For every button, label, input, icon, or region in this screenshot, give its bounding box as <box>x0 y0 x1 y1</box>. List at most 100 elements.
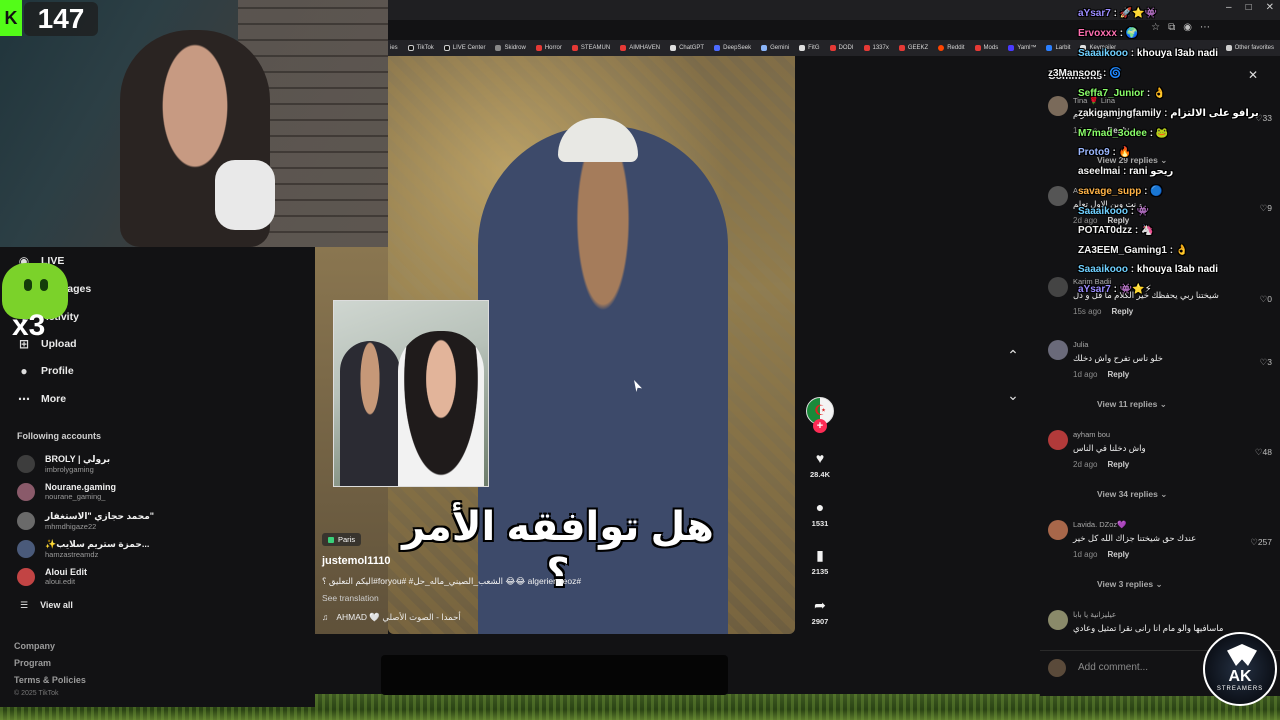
location-chip[interactable]: Paris <box>322 533 362 546</box>
avatar[interactable] <box>1048 520 1068 540</box>
comment-count: 1531 <box>811 519 829 528</box>
star-icon[interactable]: ☆ <box>1151 22 1160 33</box>
bookmark-larbit[interactable]: Larbit <box>1046 45 1070 51</box>
comment-like[interactable]: ♡257 <box>1250 537 1272 548</box>
avatar[interactable] <box>1048 96 1068 116</box>
avatar[interactable] <box>1048 340 1068 360</box>
close-comments-button[interactable]: ✕ <box>1248 68 1258 82</box>
reply-button[interactable]: Reply <box>1107 460 1129 469</box>
reply-button[interactable]: Reply <box>1107 550 1129 559</box>
share-action[interactable]: ➦ 2907 <box>804 597 836 626</box>
kick-logo-icon: K <box>0 0 22 36</box>
view-replies-button[interactable]: View 34 replies ⌄ <box>1097 489 1167 500</box>
add-comment-input[interactable]: Add comment... <box>1078 662 1148 673</box>
bookmark-favicon-icon <box>1008 45 1015 51</box>
comments-panel: Comments ✕ Tina 🌹 Lina برافو على الالتزا… <box>1040 56 1280 696</box>
comment-icon: ● <box>815 499 825 515</box>
close-window-button[interactable]: ✕ <box>1266 2 1274 13</box>
share-icon: ➦ <box>814 597 826 613</box>
bookmark-1337x[interactable]: 1337x <box>863 45 889 51</box>
reply-button[interactable]: Reply <box>1111 307 1133 316</box>
following-account[interactable]: محمد حجازي "الاستغفار" mhmdhigaze22 <box>17 511 154 531</box>
following-account[interactable]: Nourane.gaming nourane_gaming_ <box>17 482 116 501</box>
avatar <box>17 540 35 558</box>
browser-toolbar-icons: ☆ ⧉ ◉ ⋯ <box>1151 22 1210 33</box>
combo-counter: x3 <box>12 309 46 342</box>
following-account[interactable]: ✨حمزة ستريم سلايب... hamzastreamdz <box>17 539 149 559</box>
footer-terms[interactable]: Terms & Policies <box>14 675 86 685</box>
bookmark-horror[interactable]: Horror <box>535 45 562 51</box>
bookmark-dodi[interactable]: DODI <box>829 45 854 51</box>
bookmark-favicon-icon <box>829 45 836 51</box>
menu-icon[interactable]: ⋯ <box>1200 22 1210 33</box>
deepseek-icon <box>714 45 721 51</box>
comment-action[interactable]: ● 1531 <box>804 499 836 528</box>
following-title: Following accounts <box>17 431 102 441</box>
reply-button[interactable]: Reply <box>1107 216 1129 225</box>
minimize-button[interactable]: – <box>1226 2 1232 13</box>
bookmark-yaml[interactable]: Yaml™ <box>1008 45 1036 51</box>
avatar[interactable] <box>1048 277 1068 297</box>
view-all-button[interactable]: ☰ View all <box>20 600 73 611</box>
folder-icon <box>1225 45 1232 51</box>
avatar[interactable] <box>1048 610 1068 630</box>
view-replies-button[interactable]: View 3 replies ⌄ <box>1097 579 1163 590</box>
chevron-down-icon: ⌄ <box>1160 489 1168 499</box>
chat-message: M7mad_3odee : 🐸 <box>1078 128 1169 139</box>
footer-company[interactable]: Company <box>14 641 55 651</box>
maximize-button[interactable]: □ <box>1246 2 1252 13</box>
sound-link[interactable]: ♫ AHMAD 🤍 أحمدا - الصوت الأصلي <box>322 612 461 623</box>
more-icon: ⋯ <box>18 392 30 406</box>
save-action[interactable]: ▮ 2135 <box>804 547 836 576</box>
avatar[interactable] <box>1048 430 1068 450</box>
bookmark-favicon-icon <box>974 45 981 51</box>
bookmark-favicon-icon <box>799 45 806 51</box>
comment-like[interactable]: ♡0 <box>1260 294 1272 305</box>
see-translation-link[interactable]: See translation <box>322 593 379 603</box>
viewer-count: 147 <box>24 2 98 36</box>
gemini-icon <box>761 45 768 51</box>
follow-button[interactable]: + <box>813 419 827 433</box>
like-count: 28.4K <box>809 470 830 479</box>
bookmark-deepseek[interactable]: DeepSeek <box>714 45 751 51</box>
bookmark-geekz[interactable]: GEEKZ <box>898 45 928 51</box>
photo-person <box>398 331 484 486</box>
bookmark-favicon-icon <box>620 45 627 51</box>
comment-like[interactable]: ♡3 <box>1260 357 1272 368</box>
bookmark-chatgpt[interactable]: ChatGPT <box>670 45 704 51</box>
tiktok-icon <box>443 45 450 51</box>
reply-button[interactable]: Reply <box>1107 370 1129 379</box>
close-icon: ✕ <box>1247 68 1258 82</box>
next-video-button[interactable]: ⌄ <box>1003 385 1023 405</box>
following-account[interactable]: Aloui Edit aloui.edit <box>17 567 87 586</box>
following-account[interactable]: BROLY | برولي imbrolygaming <box>17 454 110 474</box>
chat-message: Saaaikooo : khouya l3ab nadi <box>1078 48 1219 59</box>
previous-video-button[interactable]: ⌃ <box>1003 345 1023 365</box>
avatar[interactable] <box>1048 186 1068 206</box>
bookmark-reddit[interactable]: Reddit <box>938 45 965 51</box>
view-replies-button[interactable]: View 11 replies ⌄ <box>1097 399 1167 410</box>
avatar <box>17 482 35 501</box>
save-count: 2135 <box>811 567 829 576</box>
comment-like[interactable]: ♡48 <box>1255 447 1272 458</box>
profile-icon[interactable]: ◉ <box>1183 22 1192 33</box>
music-note-icon: ♫ <box>322 612 329 622</box>
bookmark-tiktok[interactable]: TikTok <box>407 45 434 51</box>
bookmark-mods[interactable]: Mods <box>974 45 998 51</box>
nav-more[interactable]: ⋯ More <box>17 392 66 406</box>
screen: – □ ✕ ☆ ⧉ ◉ ⋯ ies TikTok LIVE Center Ski… <box>0 0 1280 720</box>
extensions-icon[interactable]: ⧉ <box>1168 22 1175 33</box>
bookmark-skidrow[interactable]: Skidrow <box>495 45 526 51</box>
video-author[interactable]: justemol1110 <box>322 555 391 567</box>
bookmark-steamun[interactable]: STEAMUN <box>571 45 610 51</box>
comment-like[interactable]: ♡9 <box>1260 203 1272 214</box>
like-action[interactable]: ♥ 28.4K <box>804 450 836 479</box>
nav-profile[interactable]: ● Profile <box>17 364 73 378</box>
bookmark-ies[interactable]: ies <box>390 45 398 51</box>
bookmark-fitg[interactable]: FitG <box>799 45 820 51</box>
footer-program[interactable]: Program <box>14 658 51 668</box>
bookmark-gemini[interactable]: Gemini <box>761 45 789 51</box>
bookmark-aimhaven[interactable]: AIMHAVEN <box>620 45 660 51</box>
bookmark-other-favorites[interactable]: Other favorites <box>1225 45 1280 51</box>
bookmark-live-center[interactable]: LIVE Center <box>443 45 485 51</box>
